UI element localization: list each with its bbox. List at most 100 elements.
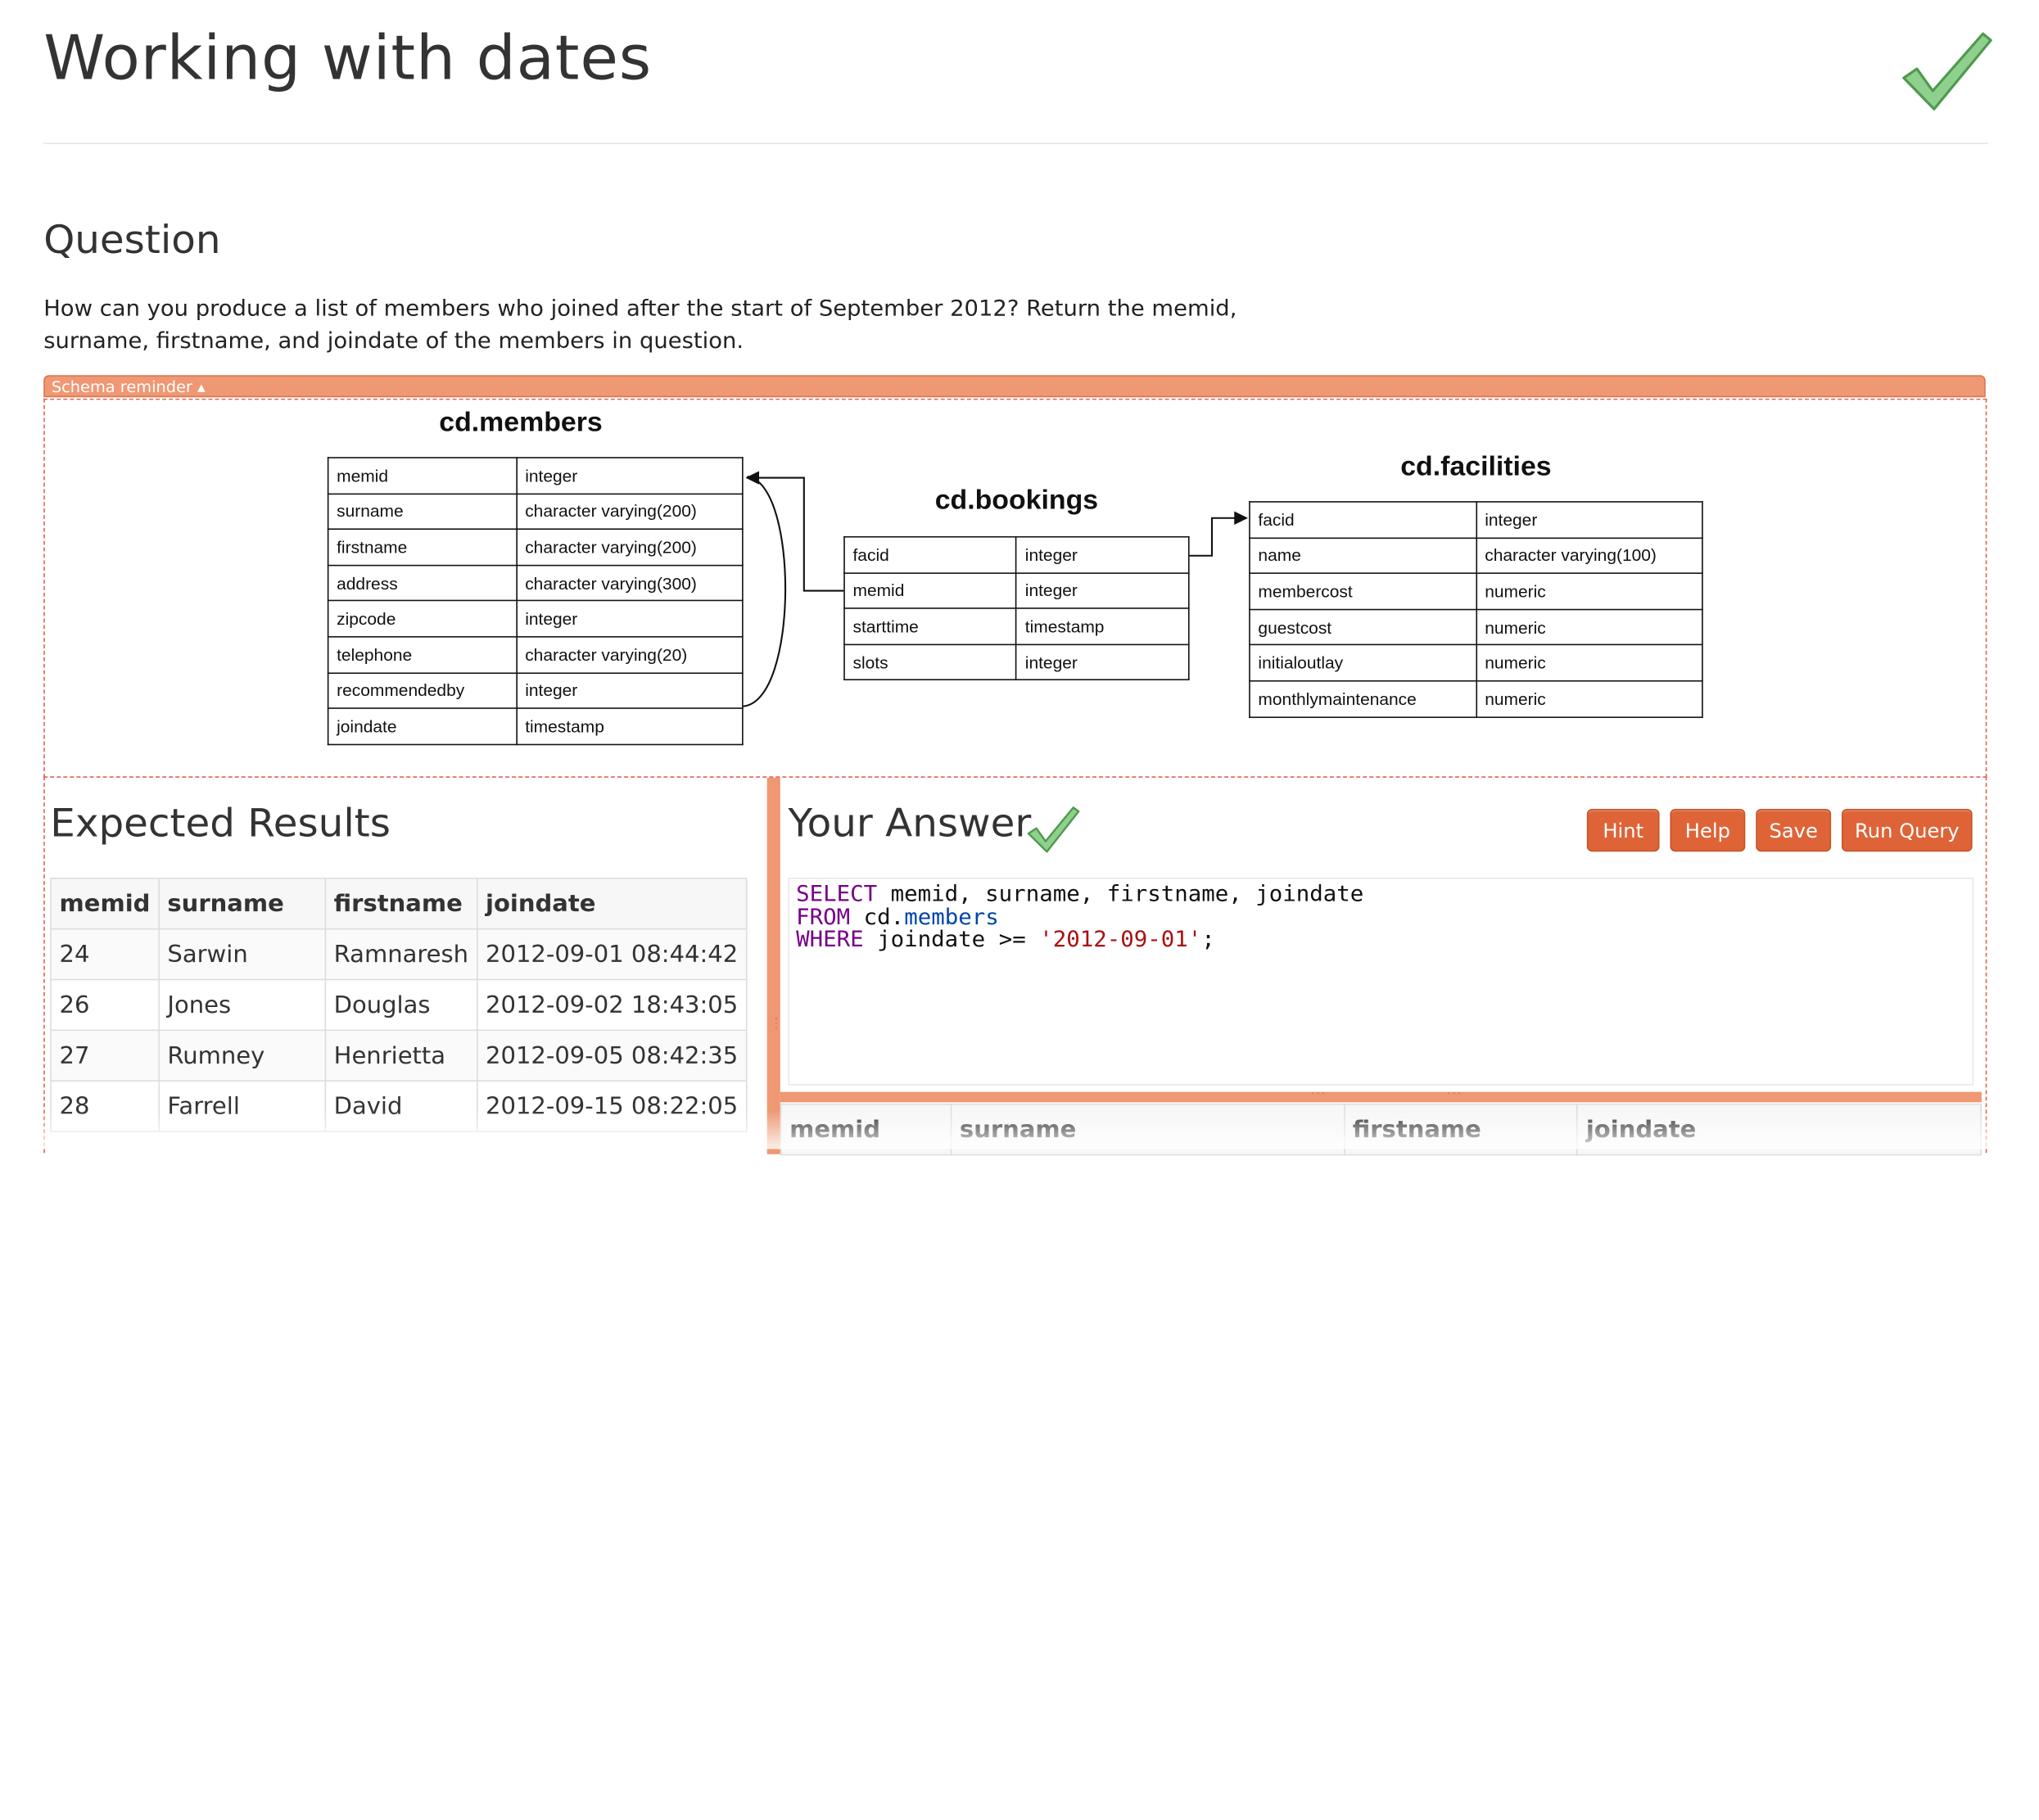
- schema-row: starttime timestamp: [843, 607, 1190, 645]
- code-line[interactable]: WHERE joindate >= '2012-09-01';: [796, 927, 1965, 953]
- schema-column-type: timestamp: [515, 707, 744, 745]
- schema-column-type: character varying(20): [515, 636, 744, 674]
- schema-column-name: address: [327, 564, 518, 602]
- expected-results-table: memid surname firstname joindate 24 Sarwin Ram…: [50, 878, 748, 1132]
- schema-column-type: integer: [1015, 571, 1190, 610]
- table-cell: 27: [50, 1029, 160, 1082]
- schema-column-type: character varying(200): [515, 492, 744, 531]
- splitter-grip-icon[interactable]: ⋮: [770, 1017, 783, 1041]
- schema-column-type: numeric: [1475, 644, 1703, 682]
- help-button[interactable]: Help: [1670, 808, 1746, 852]
- schema-column-type: integer: [1475, 501, 1703, 539]
- schema-column-type: integer: [515, 671, 744, 710]
- horizontal-splitter[interactable]: [780, 1091, 1982, 1103]
- schema-column-type: integer: [1015, 644, 1190, 681]
- table-cell: Ramnaresh: [324, 928, 478, 981]
- table-row: 28 Farrell David 2012-09-15 08:22:05: [50, 1080, 748, 1132]
- schema-row: memid integer: [843, 571, 1190, 610]
- column-header: firstname: [324, 878, 478, 930]
- schema-column-type: character varying(200): [515, 528, 744, 567]
- schema-row: initialoutlay numeric: [1249, 644, 1703, 682]
- schema-reminder-toggle[interactable]: Schema reminder ▴: [43, 375, 1986, 398]
- your-answer-heading: Your Answer: [788, 801, 1032, 847]
- schema-row: monthlymaintenance numeric: [1249, 680, 1703, 718]
- schema-column-name: recommendedby: [327, 671, 518, 710]
- schema-column-type: character varying(100): [1475, 536, 1703, 575]
- table-cell: Sarwin: [158, 928, 326, 981]
- column-header: memid: [780, 1103, 952, 1156]
- save-button[interactable]: Save: [1756, 808, 1832, 852]
- schema-row: telephone character varying(20): [327, 636, 744, 674]
- splitter-grip-icon[interactable]: ···: [1311, 1088, 1327, 1101]
- schema-row: name character varying(100): [1249, 536, 1703, 575]
- schema-column-name: monthlymaintenance: [1249, 680, 1477, 718]
- schema-row: firstname character varying(200): [327, 528, 744, 567]
- table-cell: 2012-09-02 18:43:05: [476, 978, 748, 1032]
- schema-column-name: facid: [843, 535, 1018, 574]
- question-heading: Question: [43, 218, 221, 264]
- schema-column-type: integer: [1015, 535, 1190, 574]
- code-token: '2012-09-01': [1039, 927, 1202, 953]
- column-header: surname: [158, 878, 326, 930]
- column-header: joindate: [476, 878, 748, 930]
- page-title: Working with dates: [43, 23, 653, 95]
- code-token: joindate >=: [863, 927, 1040, 953]
- schema-column-name: firstname: [327, 528, 518, 567]
- schema-row: facid integer: [843, 535, 1190, 574]
- code-token: WHERE: [796, 927, 864, 953]
- schema-row: memid integer: [327, 457, 744, 495]
- column-header: joindate: [1576, 1103, 1982, 1156]
- schema-row: membercost numeric: [1249, 572, 1703, 610]
- hint-button[interactable]: Hint: [1586, 808, 1660, 852]
- checkmark-icon: [1027, 806, 1080, 853]
- column-header: surname: [950, 1103, 1345, 1156]
- table-cell: Douglas: [324, 978, 478, 1032]
- schema-row: recommendedby integer: [327, 671, 744, 710]
- table-cell: Rumney: [158, 1029, 326, 1082]
- schema-table-title: cd.bookings: [934, 485, 1099, 516]
- table-cell: 2012-09-05 08:42:35: [476, 1029, 748, 1082]
- splitter-grip-icon[interactable]: ···: [1447, 1088, 1463, 1101]
- run-query-button[interactable]: Run Query: [1842, 808, 1973, 852]
- schema-column-name: guestcost: [1249, 608, 1477, 646]
- table-header-row: memid surname firstname joindate: [50, 878, 748, 930]
- schema-row: joindate timestamp: [327, 707, 744, 745]
- table-row: 26 Jones Douglas 2012-09-02 18:43:05: [50, 978, 748, 1032]
- schema-column-name: name: [1249, 536, 1477, 575]
- table-cell: 2012-09-15 08:22:05: [476, 1080, 748, 1132]
- schema-column-type: timestamp: [1015, 607, 1190, 645]
- title-divider: [43, 142, 1988, 145]
- column-header: memid: [50, 878, 160, 930]
- schema-row: zipcode integer: [327, 600, 744, 638]
- schema-table-members: memid integer surname character varying(200…: [327, 457, 744, 745]
- table-row: 24 Sarwin Ramnaresh 2012-09-01 08:44:42: [50, 928, 748, 981]
- schema-column-type: numeric: [1475, 680, 1703, 718]
- table-header-row: memid surname firstname joindate: [780, 1103, 1982, 1156]
- schema-table-title: cd.members: [439, 407, 603, 438]
- schema-row: facid integer: [1249, 501, 1703, 539]
- schema-column-name: surname: [327, 492, 518, 531]
- schema-table-facilities: facid integer name character varying(100) me…: [1249, 501, 1703, 718]
- schema-column-name: joindate: [327, 707, 518, 745]
- sql-editor[interactable]: SELECT memid, surname, firstname, joinda…: [788, 878, 1974, 1086]
- schema-column-name: facid: [1249, 501, 1477, 539]
- table-cell: 2012-09-01 08:44:42: [476, 928, 748, 981]
- schema-column-name: memid: [327, 457, 518, 495]
- column-header: firstname: [1343, 1103, 1579, 1156]
- expected-results-heading: Expected Results: [50, 801, 391, 847]
- schema-column-type: integer: [515, 457, 744, 495]
- schema-column-name: starttime: [843, 607, 1018, 645]
- schema-column-name: slots: [843, 644, 1018, 681]
- table-cell: David: [324, 1080, 478, 1132]
- schema-column-type: numeric: [1475, 608, 1703, 646]
- table-cell: 28: [50, 1080, 160, 1132]
- schema-column-name: telephone: [327, 636, 518, 674]
- vertical-splitter[interactable]: [766, 777, 780, 1154]
- table-cell: Farrell: [158, 1080, 326, 1132]
- schema-column-name: zipcode: [327, 600, 518, 638]
- schema-row: guestcost numeric: [1249, 608, 1703, 646]
- schema-column-name: membercost: [1249, 572, 1477, 610]
- code-token: ;: [1201, 927, 1215, 953]
- schema-row: surname character varying(200): [327, 492, 744, 531]
- table-cell: Jones: [158, 978, 326, 1032]
